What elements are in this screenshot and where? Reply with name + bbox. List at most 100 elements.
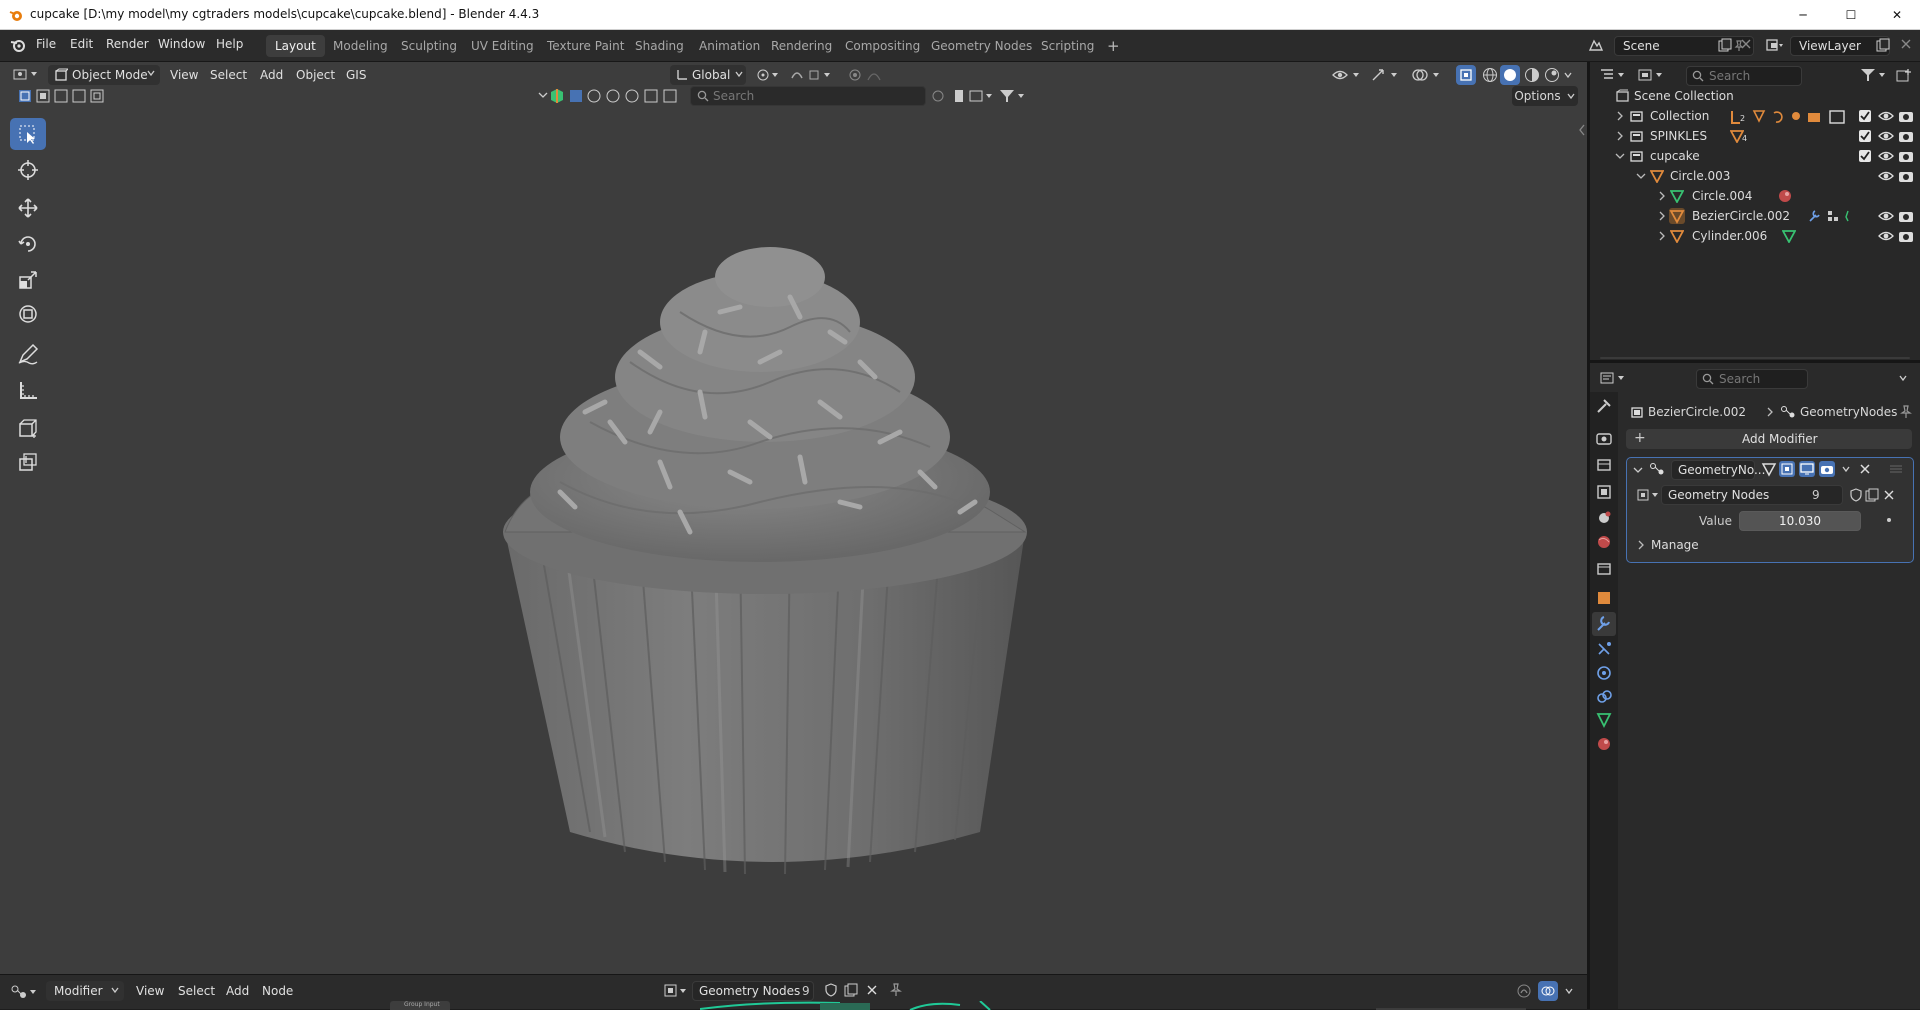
- new-view-layer-icon[interactable]: [1876, 38, 1890, 52]
- tool-select-box[interactable]: [10, 118, 46, 150]
- modifier-dropdown-chevron-icon[interactable]: [1841, 464, 1851, 474]
- outliner-row-beziercircle-002[interactable]: BezierCircle.002: [1590, 206, 1920, 226]
- blender-menu-icon[interactable]: [10, 38, 26, 52]
- drag-handle-icon[interactable]: [1889, 463, 1903, 475]
- camera-icon[interactable]: [1898, 149, 1914, 163]
- expand-arrow-icon[interactable]: [1658, 211, 1666, 221]
- menu-window[interactable]: Window: [158, 37, 205, 51]
- proportional-edit-icon[interactable]: [848, 68, 888, 82]
- bottom-pin-icon[interactable]: [890, 983, 902, 997]
- edit-mode-toggle-icon[interactable]: [1761, 461, 1777, 477]
- remove-view-layer-icon[interactable]: [1900, 38, 1912, 50]
- tool-add-cube[interactable]: [10, 412, 46, 444]
- tool-move[interactable]: [10, 192, 46, 224]
- checkbox-icon[interactable]: [1858, 149, 1872, 163]
- overlays-node-toggle[interactable]: [1538, 981, 1558, 1001]
- viewport-display-toggle[interactable]: [1799, 461, 1815, 477]
- shading-options-chevron-icon[interactable]: [1563, 70, 1573, 80]
- camera-icon[interactable]: [1898, 109, 1914, 123]
- duplicate-icon[interactable]: [1865, 488, 1879, 502]
- mode-select[interactable]: Object Mode: [48, 65, 160, 85]
- tab-animation[interactable]: Animation: [690, 35, 769, 57]
- physics-tab-icon[interactable]: [1597, 666, 1611, 680]
- menu-render[interactable]: Render: [106, 37, 149, 51]
- overlays-icon[interactable]: [1412, 67, 1442, 83]
- overlays-node-chevron-icon[interactable]: [1564, 986, 1574, 996]
- node-editor-type-icon[interactable]: [10, 984, 40, 1000]
- outliner-row-collection[interactable]: Collection 2: [1590, 106, 1920, 126]
- eye-icon[interactable]: [1878, 229, 1894, 243]
- collapse-arrow-icon[interactable]: [1633, 466, 1643, 474]
- shading-material-icon[interactable]: [1524, 67, 1540, 83]
- eye-icon[interactable]: [1878, 129, 1894, 143]
- filter-funnel-icon[interactable]: [930, 88, 1030, 104]
- data-tab-icon[interactable]: [1596, 713, 1612, 729]
- fake-user-shield-icon[interactable]: [1849, 488, 1863, 502]
- expand-arrow-icon[interactable]: [1658, 191, 1666, 201]
- outliner-row-cylinder-006[interactable]: Cylinder.006: [1590, 226, 1920, 246]
- scene-field[interactable]: Scene: [1614, 36, 1754, 56]
- filter-object-type-icons[interactable]: [538, 88, 688, 104]
- view-layer-tab-icon[interactable]: [1597, 485, 1611, 499]
- shading-solid-button[interactable]: [1500, 65, 1520, 85]
- tool-measure[interactable]: [10, 374, 46, 406]
- outliner-row-cupcake[interactable]: cupcake: [1590, 146, 1920, 166]
- tool-extrude[interactable]: [10, 446, 46, 478]
- outliner-editor-icon[interactable]: [1600, 68, 1628, 82]
- viewport-search-field[interactable]: Search: [690, 86, 926, 106]
- shading-wireframe-icon[interactable]: [1482, 67, 1498, 83]
- add-modifier-button[interactable]: + Add Modifier: [1626, 429, 1912, 449]
- tab-shading[interactable]: Shading: [626, 35, 693, 57]
- options-button[interactable]: Options: [1512, 86, 1578, 106]
- remove-scene-icon[interactable]: [1740, 38, 1752, 50]
- tab-compositing[interactable]: Compositing: [836, 35, 929, 57]
- menu-file[interactable]: File: [36, 37, 56, 51]
- tab-sculpting[interactable]: Sculpting: [392, 35, 466, 57]
- properties-options-chevron-icon[interactable]: [1898, 373, 1908, 383]
- tool-rotate[interactable]: [10, 228, 46, 260]
- menu-object[interactable]: Object: [296, 68, 335, 82]
- unlink-icon[interactable]: [1883, 489, 1895, 501]
- node-tree-icon[interactable]: [1637, 488, 1661, 502]
- maximize-button[interactable]: ☐: [1828, 0, 1874, 30]
- tab-geometry-nodes[interactable]: Geometry Nodes: [922, 35, 1041, 57]
- outliner-scrollbar[interactable]: [1600, 357, 1910, 359]
- eye-icon[interactable]: [1878, 209, 1894, 223]
- eye-icon[interactable]: [1878, 149, 1894, 163]
- camera-icon[interactable]: [1898, 209, 1914, 223]
- properties-editor-icon[interactable]: [1600, 371, 1628, 385]
- particles-tab-icon[interactable]: [1598, 642, 1611, 655]
- outliner-row-scene-collection[interactable]: Scene Collection: [1590, 86, 1920, 106]
- eye-icon[interactable]: [1878, 109, 1894, 123]
- tool-transform[interactable]: [10, 298, 46, 330]
- outliner-search-field[interactable]: Search: [1686, 66, 1802, 86]
- tab-layout[interactable]: Layout: [266, 35, 325, 57]
- bottom-unlink-icon[interactable]: [866, 984, 878, 996]
- node-menu-select[interactable]: Select: [178, 984, 215, 998]
- pivot-point-icon[interactable]: [756, 68, 782, 82]
- xray-toggle[interactable]: [1456, 65, 1476, 85]
- minimize-button[interactable]: ─: [1780, 0, 1826, 30]
- tool-annotate[interactable]: [10, 338, 46, 370]
- new-scene-icon[interactable]: [1718, 38, 1732, 52]
- remove-modifier-icon[interactable]: [1859, 463, 1871, 475]
- world-tab-icon[interactable]: [1598, 536, 1610, 548]
- snap-icon[interactable]: [790, 68, 834, 82]
- eye-icon[interactable]: [1878, 169, 1894, 183]
- manage-subpanel[interactable]: Manage: [1651, 538, 1699, 552]
- node-menu-node[interactable]: Node: [262, 984, 293, 998]
- collection-tab-icon[interactable]: [1597, 563, 1611, 575]
- camera-icon[interactable]: [1898, 169, 1914, 183]
- render-toggle[interactable]: [1819, 461, 1835, 477]
- node-menu-add[interactable]: Add: [226, 984, 249, 998]
- material-tab-icon[interactable]: [1598, 738, 1610, 750]
- output-tab-icon[interactable]: [1597, 459, 1611, 471]
- new-collection-icon[interactable]: [1896, 68, 1912, 82]
- node-menu-view[interactable]: View: [136, 984, 164, 998]
- menu-view[interactable]: View: [170, 68, 198, 82]
- menu-help[interactable]: Help: [216, 37, 243, 51]
- object-tab-icon[interactable]: [1598, 592, 1610, 604]
- keyframe-dot-icon[interactable]: [1885, 514, 1893, 526]
- render-tab-icon[interactable]: [1596, 433, 1612, 445]
- add-workspace-button[interactable]: +: [1098, 35, 1129, 57]
